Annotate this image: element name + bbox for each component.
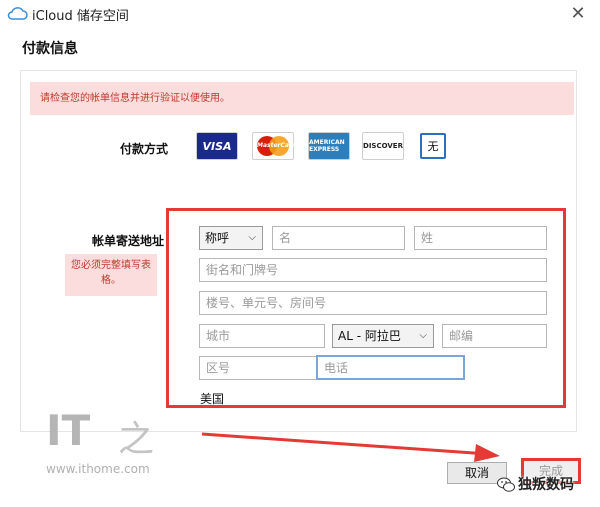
- close-button[interactable]: ✕: [564, 2, 592, 26]
- amex-card-option[interactable]: AMERICAN EXPRESS: [308, 132, 350, 160]
- amex-label: AMERICAN EXPRESS: [309, 139, 345, 153]
- visa-label: VISA: [202, 139, 232, 153]
- last-name-input[interactable]: [414, 226, 547, 250]
- state-value: AL - 阿拉巴: [338, 329, 401, 343]
- icloud-icon: [7, 7, 28, 20]
- icloud-storage-window: iCloud 储存空间 ✕ 付款信息 请检查您的帐单信息并进行验证以便使用。 付…: [0, 0, 600, 507]
- city-input[interactable]: [199, 324, 325, 348]
- discover-card-option[interactable]: DISCOVER: [362, 132, 404, 160]
- phone-input[interactable]: [316, 355, 465, 380]
- no-payment-option[interactable]: 无: [420, 133, 446, 159]
- salutation-select[interactable]: 称呼 ⌵: [199, 226, 263, 250]
- payment-method-label: 付款方式: [120, 142, 169, 156]
- window-title: iCloud 储存空间: [32, 9, 129, 24]
- salutation-value: 称呼: [205, 231, 230, 245]
- required-fields-note: 您必须完整填写表格。: [65, 254, 157, 296]
- zip-input[interactable]: [442, 324, 547, 348]
- watermark-logo: IT: [46, 406, 91, 455]
- area-code-input[interactable]: [199, 356, 317, 380]
- state-select[interactable]: AL - 阿拉巴 ⌵: [332, 324, 434, 348]
- warning-banner: 请检查您的帐单信息并进行验证以便使用。: [30, 82, 574, 115]
- country-value: 美国: [200, 392, 225, 406]
- first-name-input[interactable]: [272, 226, 405, 250]
- title-bar: iCloud 储存空间 ✕: [0, 0, 600, 28]
- watermark-url: www.ithome.com: [46, 462, 150, 476]
- billing-address-label: 帐单寄送地址: [92, 234, 165, 248]
- visa-card-option[interactable]: VISA: [196, 132, 238, 160]
- wechat-account-label: 独叛数码: [518, 477, 574, 493]
- discover-label: DISCOVER: [363, 142, 403, 150]
- mastercard-option[interactable]: MasterCard: [252, 132, 296, 160]
- chevron-down-icon: ⌵: [248, 232, 256, 243]
- watermark-glyph: 之: [118, 419, 155, 460]
- mastercard-logo-icon: MasterCard: [257, 136, 296, 156]
- unit-input[interactable]: [199, 291, 547, 315]
- page-title: 付款信息: [22, 41, 78, 57]
- chevron-down-icon: ⌵: [419, 330, 427, 341]
- wechat-icon: [497, 477, 515, 492]
- street-input[interactable]: [199, 258, 547, 282]
